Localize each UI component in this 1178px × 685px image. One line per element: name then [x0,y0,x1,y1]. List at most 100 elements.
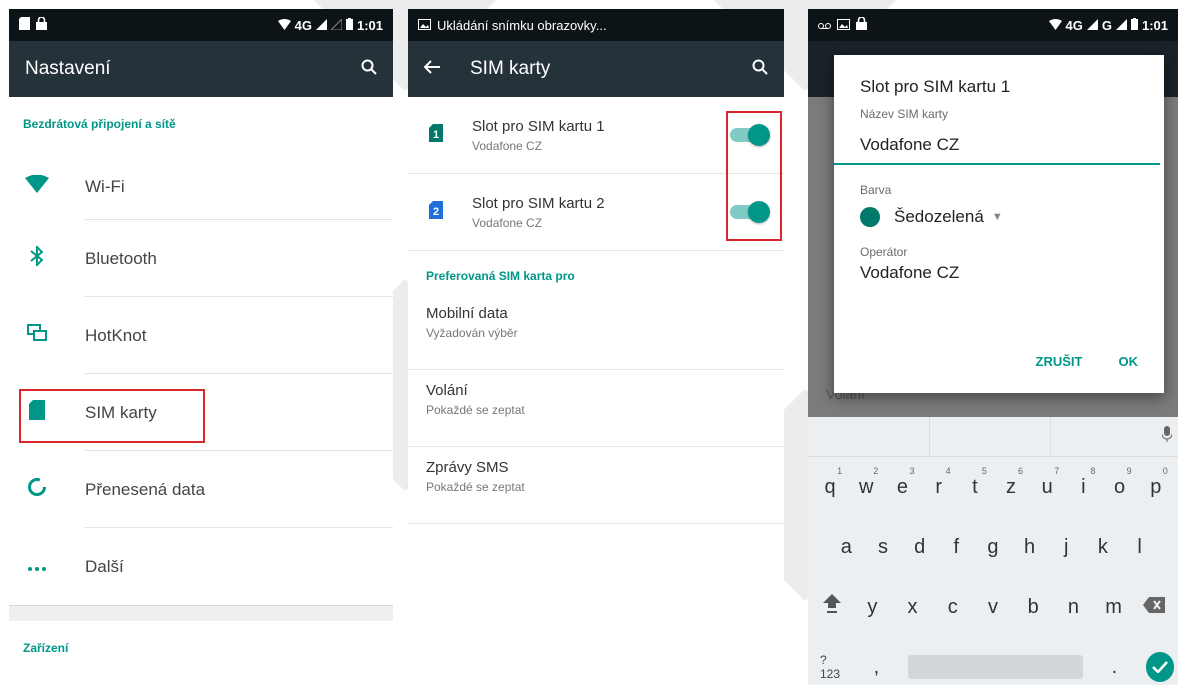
key-c[interactable]: c [939,596,967,619]
wifi-status-icon [277,18,291,33]
lock-icon [856,16,867,33]
period-key[interactable]: . [1101,656,1127,679]
section-divider [9,605,393,621]
sim-notification-icon [19,17,30,33]
dropdown-arrow-icon: ▼ [991,211,1003,223]
done-check-icon[interactable] [1145,652,1174,682]
settings-item-label: HotKnot [85,325,147,345]
key-o[interactable]: 9o [1106,466,1134,499]
sim-slot-operator: Vodafone CZ [472,215,543,230]
key-r[interactable]: 4r [925,466,953,499]
settings-item-label: Bluetooth [85,248,157,268]
suggestion-slot[interactable] [1051,417,1178,456]
pref-title: Volání [426,382,468,399]
bluetooth-icon [30,244,44,271]
sim-name-label: Název SIM karty [860,107,949,121]
ok-button[interactable]: OK [1119,354,1139,369]
color-value: Šedozelená [894,207,984,226]
sim-badge-icon: 1 [429,123,443,147]
status-bar: 4G G 1:01 [808,9,1178,41]
notification-text: Ukládání snímku obrazovky... [437,17,607,33]
key-e[interactable]: 3e [888,466,916,499]
settings-item-data-usage[interactable]: Přenesená data [9,451,393,528]
keyboard-row-3: y x c v b n m [808,577,1178,637]
key-q[interactable]: 1q [816,466,844,499]
key-j[interactable]: j [1052,536,1080,559]
app-bar: SIM karty [408,41,784,97]
settings-item-label: Wi-Fi [85,176,125,196]
sim-edit-dialog: Slot pro SIM kartu 1 Název SIM karty Vod… [834,55,1164,393]
key-d[interactable]: d [906,536,934,559]
settings-item-hotknot[interactable]: HotKnot [9,297,393,374]
settings-item-wifi[interactable]: Wi-Fi [9,153,393,220]
key-x[interactable]: x [899,596,927,619]
sim-name-input[interactable]: Vodafone CZ [860,135,1164,155]
sim-slot-title: Slot pro SIM kartu 2 [472,194,605,212]
key-t[interactable]: 5t [961,466,989,499]
key-a[interactable]: a [832,536,860,559]
settings-item-label: Další [85,556,124,576]
sim-edit-screen: 4G G 1:01 Volání Slot pro SIM kartu 1 Ná… [808,9,1178,685]
key-f[interactable]: f [942,536,970,559]
key-k[interactable]: k [1089,536,1117,559]
keyboard-row-4: ?123 , . [808,637,1178,685]
keyboard-row-1: 1q 2w 3e 4r 5t 6z 7u 8i 9o 0p [808,457,1178,517]
symbols-key[interactable]: ?123 [820,653,845,681]
status-bar: 4G 1:01 [9,9,393,41]
color-swatch [860,207,880,227]
backspace-key-icon[interactable] [1140,596,1168,619]
search-icon[interactable] [361,59,377,80]
screenshot-icon [837,18,850,33]
key-w[interactable]: 2w [852,466,880,499]
pref-sms[interactable]: Zprávy SMS Pokaždé se zeptat [408,447,784,524]
key-y[interactable]: y [858,596,886,619]
color-label: Barva [860,183,892,197]
network-type-label-2: G [1101,17,1112,33]
suggestion-slot[interactable] [808,417,930,456]
data-usage-icon [27,477,47,502]
search-icon[interactable] [752,59,768,80]
page-title: Nastavení [25,58,111,79]
pref-calls[interactable]: Volání Pokaždé se zeptat [408,370,784,447]
suggestion-slot[interactable] [930,417,1052,456]
signal-icon [1086,18,1098,33]
network-type-label: 4G [294,17,312,33]
back-arrow-icon[interactable] [423,59,440,79]
key-i[interactable]: 8i [1069,466,1097,499]
lock-icon [36,16,47,33]
operator-label: Operátor [860,245,908,259]
highlight-box [19,389,205,443]
key-v[interactable]: v [979,596,1007,619]
svg-text:1: 1 [433,129,439,141]
comma-key[interactable]: , [863,656,889,679]
key-h[interactable]: h [1016,536,1044,559]
cancel-button[interactable]: ZRUŠIT [1036,354,1083,369]
key-u[interactable]: 7u [1033,466,1061,499]
sim-cards-screen: Ukládání snímku obrazovky... SIM karty 1… [408,9,784,685]
pref-mobile-data[interactable]: Mobilní data Vyžadován výběr [408,293,784,370]
more-icon [28,558,46,576]
clock: 1:01 [1141,17,1168,33]
microphone-icon[interactable] [1161,426,1173,447]
battery-icon [1130,17,1138,33]
sim-badge-icon: 2 [429,200,443,224]
key-p[interactable]: 0p [1142,466,1170,499]
space-key[interactable] [907,655,1084,679]
key-m[interactable]: m [1100,596,1128,619]
settings-item-bluetooth[interactable]: Bluetooth [9,220,393,297]
key-s[interactable]: s [869,536,897,559]
key-z[interactable]: 6z [997,466,1025,499]
section-header-preferred: Preferovaná SIM karta pro [426,269,575,283]
app-bar: Nastavení [9,41,393,97]
key-n[interactable]: n [1059,596,1087,619]
color-dropdown[interactable]: Šedozelená ▼ [860,207,1164,227]
pref-title: Mobilní data [426,305,508,322]
key-b[interactable]: b [1019,596,1047,619]
section-header-device: Zařízení [23,641,69,655]
settings-item-label: Přenesená data [85,479,206,499]
shift-key-icon[interactable] [818,594,846,620]
settings-item-more[interactable]: Další [9,528,393,605]
key-g[interactable]: g [979,536,1007,559]
key-l[interactable]: l [1126,536,1154,559]
pref-subtitle: Pokaždé se zeptat [426,480,525,494]
